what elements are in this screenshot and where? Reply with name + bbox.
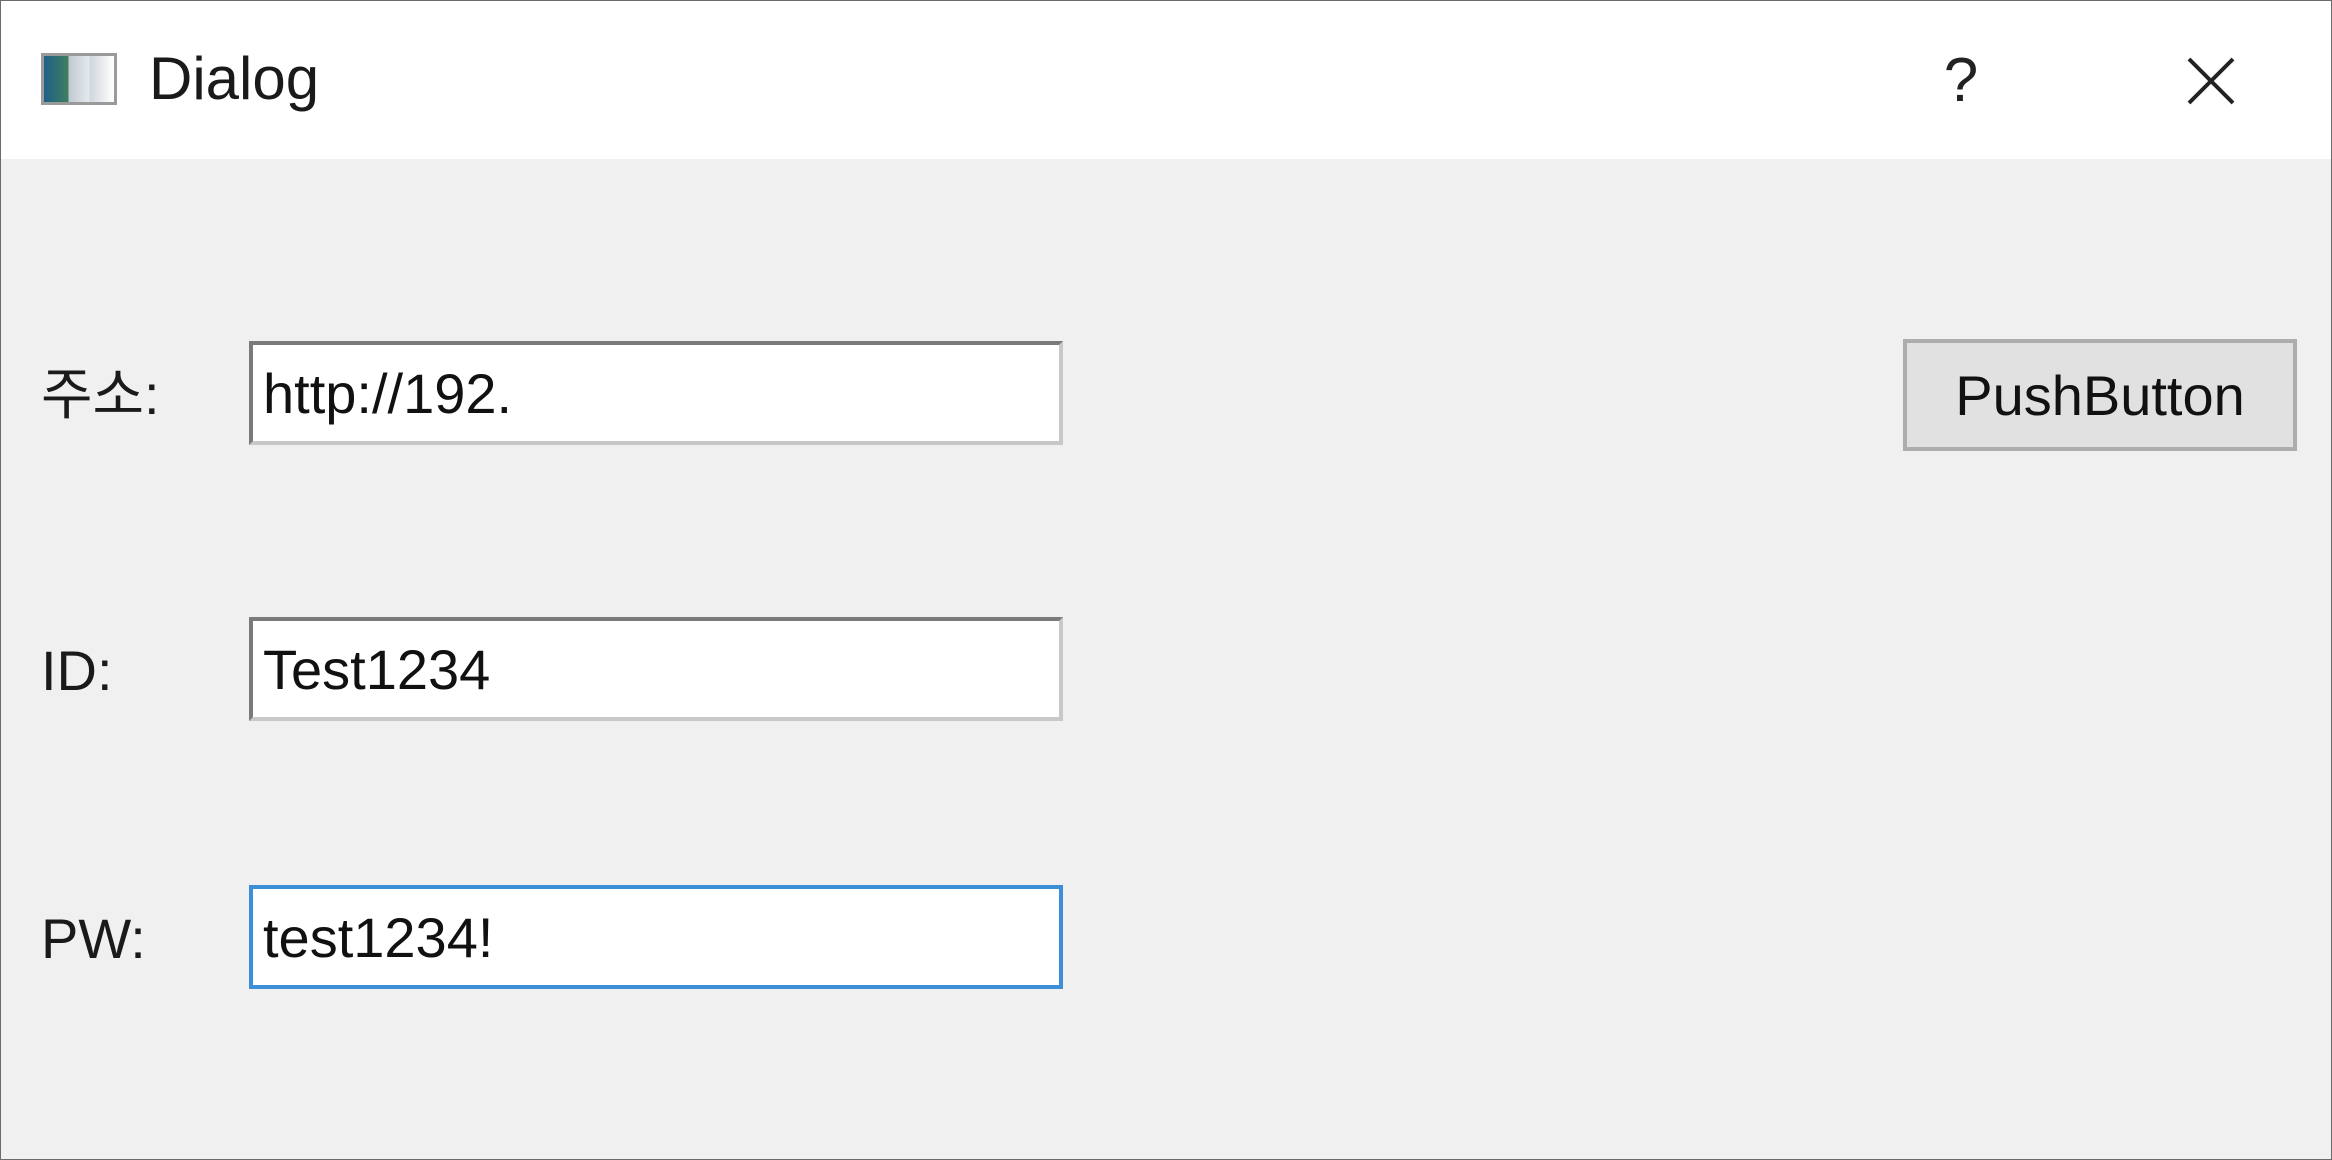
pw-label: PW: [41,907,146,970]
close-icon [2187,57,2235,105]
window-title: Dialog [149,45,320,112]
dialog-window: Dialog ? 주소: ID: PW: PushButton [0,0,2332,1160]
title-bar[interactable]: Dialog ? [1,1,2331,159]
push-button[interactable]: PushButton [1903,339,2297,451]
address-input[interactable] [249,341,1063,445]
address-label: 주소: [41,363,160,426]
id-input[interactable] [249,617,1063,721]
app-window-icon [41,53,117,105]
id-label: ID: [41,639,113,702]
help-button[interactable]: ? [1921,31,2001,131]
pw-input[interactable] [249,885,1063,989]
dialog-body: 주소: ID: PW: PushButton [1,159,2331,1159]
close-button[interactable] [2161,31,2261,131]
